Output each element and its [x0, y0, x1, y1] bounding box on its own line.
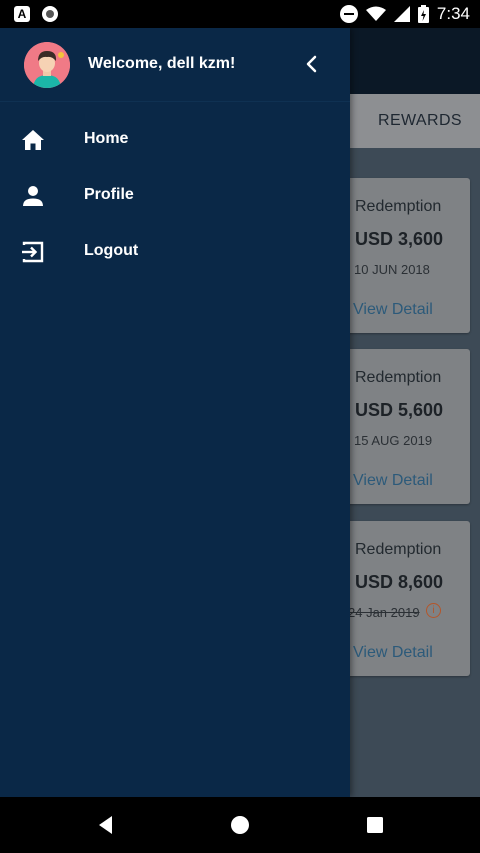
signal-icon: [393, 6, 410, 22]
redemption-card[interactable]: Redemption USD 8,600 24 Jan 2019 i View …: [330, 521, 470, 676]
card-type: Redemption: [355, 541, 442, 558]
chevron-left-icon: [306, 55, 317, 73]
drawer-item-profile[interactable]: Profile: [0, 171, 350, 221]
card-amount: USD 8,600: [355, 572, 444, 592]
status-left-icons: A: [14, 6, 58, 22]
clock: 7:34: [436, 4, 470, 23]
info-icon[interactable]: i: [426, 603, 441, 618]
a-notification-icon: A: [14, 6, 30, 22]
drawer-item-logout[interactable]: Logout: [0, 227, 350, 277]
user-avatar-icon: [24, 42, 70, 88]
avatar[interactable]: [24, 42, 70, 88]
redemption-card[interactable]: Redemption USD 5,600 15 AUG 2019 View De…: [330, 349, 470, 504]
card-amount: USD 3,600: [355, 229, 444, 249]
status-right-icons: 7:34: [339, 4, 470, 24]
card-date-expired: 24 Jan 2019: [348, 605, 420, 620]
redemption-card[interactable]: Redemption USD 3,600 10 JUN 2018 View De…: [330, 178, 470, 333]
tab-rewards[interactable]: REWARDS: [378, 112, 462, 130]
card-type: Redemption: [355, 198, 442, 215]
view-detail-link[interactable]: View Detail: [353, 472, 433, 490]
drawer-item-label: Profile: [84, 186, 134, 203]
close-drawer-button[interactable]: [298, 50, 326, 78]
welcome-text: Welcome, dell kzm!: [88, 55, 236, 72]
drawer-item-home[interactable]: Home: [0, 115, 350, 165]
battery-charging-icon: [417, 5, 429, 23]
recents-icon[interactable]: [363, 813, 387, 837]
back-icon[interactable]: [94, 813, 118, 837]
logout-icon: [22, 241, 44, 263]
drawer-header: Welcome, dell kzm!: [0, 28, 350, 101]
card-date: 10 JUN 2018: [354, 262, 430, 277]
home-icon: [22, 130, 44, 150]
system-navigation-bar: [0, 797, 480, 853]
status-bar: A 7:34: [0, 0, 480, 28]
person-icon: [23, 186, 43, 206]
card-date: 15 AUG 2019: [354, 433, 433, 448]
drawer-item-label: Logout: [84, 242, 139, 259]
card-type: Redemption: [355, 369, 442, 386]
home-circle-icon[interactable]: [228, 813, 252, 837]
do-not-disturb-icon: [339, 5, 358, 23]
card-amount: USD 5,600: [355, 400, 444, 420]
view-detail-link[interactable]: View Detail: [353, 644, 433, 662]
drawer-divider: [0, 101, 350, 102]
record-icon: [42, 6, 58, 22]
view-detail-link[interactable]: View Detail: [353, 301, 433, 319]
drawer-item-label: Home: [84, 130, 129, 147]
navigation-drawer: Welcome, dell kzm! Home Profile Logout: [0, 28, 350, 797]
wifi-icon: [365, 6, 386, 21]
